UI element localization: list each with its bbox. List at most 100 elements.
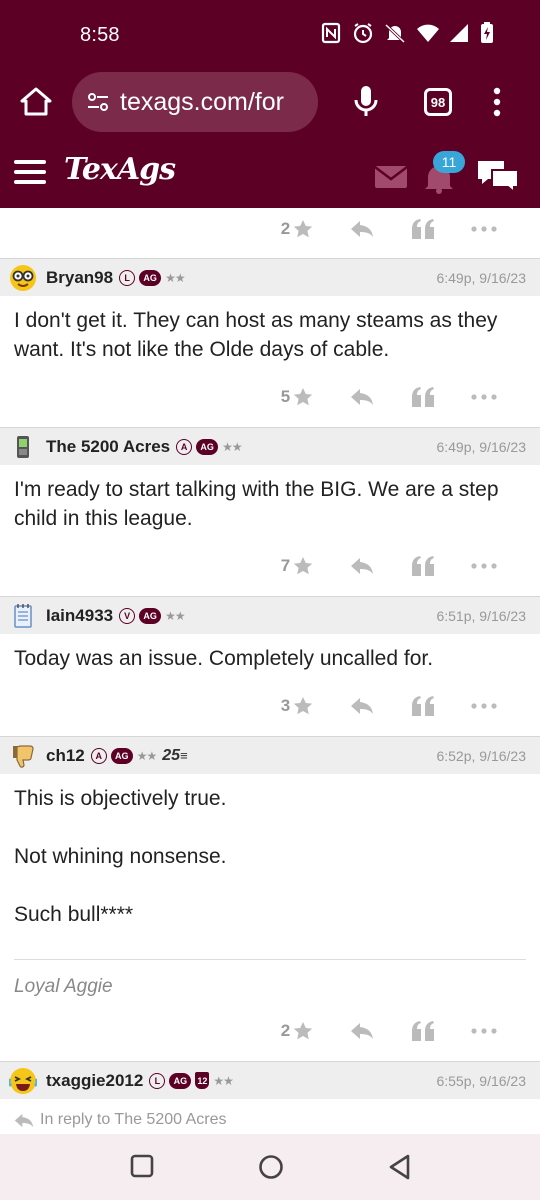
reply-icon (350, 1023, 373, 1039)
post-actions: 2 (0, 208, 540, 250)
star-count: 7 (280, 556, 291, 575)
quote-icon (411, 696, 434, 716)
username[interactable]: Iain4933 (46, 606, 113, 626)
reply-button[interactable] (331, 220, 392, 238)
home-nav-icon[interactable] (258, 1154, 284, 1180)
username[interactable]: Bryan98 (46, 268, 113, 288)
post-timestamp[interactable]: 6:51p, 9/16/23 (436, 608, 526, 624)
tab-switcher-button[interactable]: 98 (424, 88, 452, 116)
quote-button[interactable] (392, 696, 453, 716)
ag-badge: AG (196, 438, 219, 455)
post-header: txaggie2012 L AG 12 ★★ 6:55p, 9/16/23 (0, 1061, 540, 1099)
lifetime-badge: L (119, 269, 136, 286)
star-icon (294, 697, 313, 715)
quote-icon (411, 387, 434, 407)
mail-icon[interactable] (374, 165, 408, 189)
post: Iain4933 V AG ★★ 6:51p, 9/16/23 Today wa… (0, 596, 540, 736)
veteran-badge: V (119, 607, 136, 624)
reply-button[interactable] (331, 557, 392, 575)
more-options-button[interactable] (453, 563, 514, 569)
reply-button[interactable] (331, 1022, 392, 1040)
ag-badge: AG (139, 269, 162, 286)
voice-search-button[interactable] (352, 84, 380, 120)
star-count: 5 (280, 387, 291, 406)
account-badge: A (176, 438, 193, 455)
site-settings-icon[interactable] (86, 90, 110, 114)
texags-logo[interactable]: TexAgs (64, 152, 176, 187)
signature-divider (14, 959, 526, 960)
member-stars: ★★ (136, 748, 157, 763)
post-body: I'm ready to start talking with the BIG.… (0, 465, 540, 533)
post-paragraph: Today was an issue. Completely uncalled … (14, 647, 434, 670)
notepad-avatar-icon[interactable] (8, 601, 38, 631)
nfc-icon (320, 22, 342, 44)
post-header: Iain4933 V AG ★★ 6:51p, 9/16/23 (0, 596, 540, 634)
star-button[interactable]: 2 (269, 219, 325, 239)
back-icon[interactable] (388, 1154, 412, 1180)
reply-icon (350, 221, 373, 237)
quote-button[interactable] (392, 219, 453, 239)
25-year-badge: 25≡ (162, 746, 188, 764)
recents-icon[interactable] (130, 1154, 154, 1178)
reply-button[interactable] (331, 388, 392, 406)
star-button[interactable]: 3 (269, 696, 325, 716)
lifetime-badge: L (149, 1072, 166, 1089)
mute-bell-icon (384, 22, 406, 44)
url-text[interactable]: texags.com/for (120, 88, 308, 117)
alarm-icon (352, 22, 374, 44)
username[interactable]: The 5200 Acres (46, 437, 170, 457)
post-paragraph: I'm ready to start talking with the BIG.… (14, 478, 499, 530)
post-body: Today was an issue. Completely uncalled … (0, 634, 540, 673)
in-reply-to-text[interactable]: In reply to The 5200 Acres (40, 1111, 226, 1129)
post-body: This is objectively true. Not whining no… (0, 774, 540, 929)
post-actions: 3 (0, 685, 540, 727)
address-bar[interactable]: texags.com/for (72, 72, 318, 132)
reply-button[interactable] (331, 697, 392, 715)
username[interactable]: ch12 (46, 746, 85, 766)
post-timestamp[interactable]: 6:55p, 9/16/23 (436, 1073, 526, 1089)
reply-icon (350, 698, 373, 714)
overflow-menu-button[interactable] (490, 86, 504, 118)
browser-toolbar: texags.com/for 98 (0, 72, 540, 138)
star-button[interactable]: 5 (269, 387, 325, 407)
post-timestamp[interactable]: 6:52p, 9/16/23 (436, 748, 526, 764)
more-options-button[interactable] (453, 1028, 514, 1034)
more-horiz-icon (470, 394, 497, 400)
status-bar: 8:58 (0, 0, 540, 72)
username[interactable]: txaggie2012 (46, 1071, 143, 1091)
more-options-button[interactable] (453, 703, 514, 709)
more-vert-icon (493, 87, 501, 117)
12th-man-badge: 12 (195, 1072, 210, 1089)
more-options-button[interactable] (453, 226, 514, 232)
nerd-face-avatar-icon[interactable] (8, 263, 38, 293)
hamburger-menu-icon[interactable] (14, 160, 46, 184)
post-header: The 5200 Acres A AG ★★ 6:49p, 9/16/23 (0, 427, 540, 465)
notification-badge[interactable]: 11 (433, 151, 465, 173)
quote-button[interactable] (392, 1021, 453, 1041)
more-horiz-icon (470, 226, 497, 232)
site-header: TexAgs 11 (0, 138, 540, 208)
status-time: 8:58 (80, 24, 120, 46)
post-actions: 2 (0, 1010, 540, 1052)
post-paragraph: This is objectively true. (14, 787, 227, 810)
post-paragraph: Not whining nonsense. (14, 845, 227, 868)
star-count: 2 (280, 1021, 291, 1040)
account-badge: A (90, 747, 107, 764)
quote-button[interactable] (392, 556, 453, 576)
home-button[interactable] (18, 84, 54, 120)
star-button[interactable]: 2 (269, 1021, 325, 1041)
post-timestamp[interactable]: 6:49p, 9/16/23 (436, 270, 526, 286)
phone-avatar-icon[interactable] (8, 432, 38, 462)
status-icons (320, 22, 502, 44)
laughing-face-avatar-icon[interactable] (8, 1066, 38, 1096)
quote-button[interactable] (392, 387, 453, 407)
more-options-button[interactable] (453, 394, 514, 400)
thumbs-down-avatar-icon[interactable] (8, 741, 38, 771)
thread-feed: 2 Bryan98 L AG ★★ 6:49p, 9/16/23 I don't… (0, 208, 540, 1134)
in-reply-to-link[interactable]: In reply to The 5200 Acres (0, 1099, 540, 1129)
star-button[interactable]: 7 (269, 556, 325, 576)
post-timestamp[interactable]: 6:49p, 9/16/23 (436, 439, 526, 455)
reply-icon (14, 1113, 34, 1127)
ag-badge: AG (139, 607, 162, 624)
chat-icon[interactable] (476, 158, 520, 192)
